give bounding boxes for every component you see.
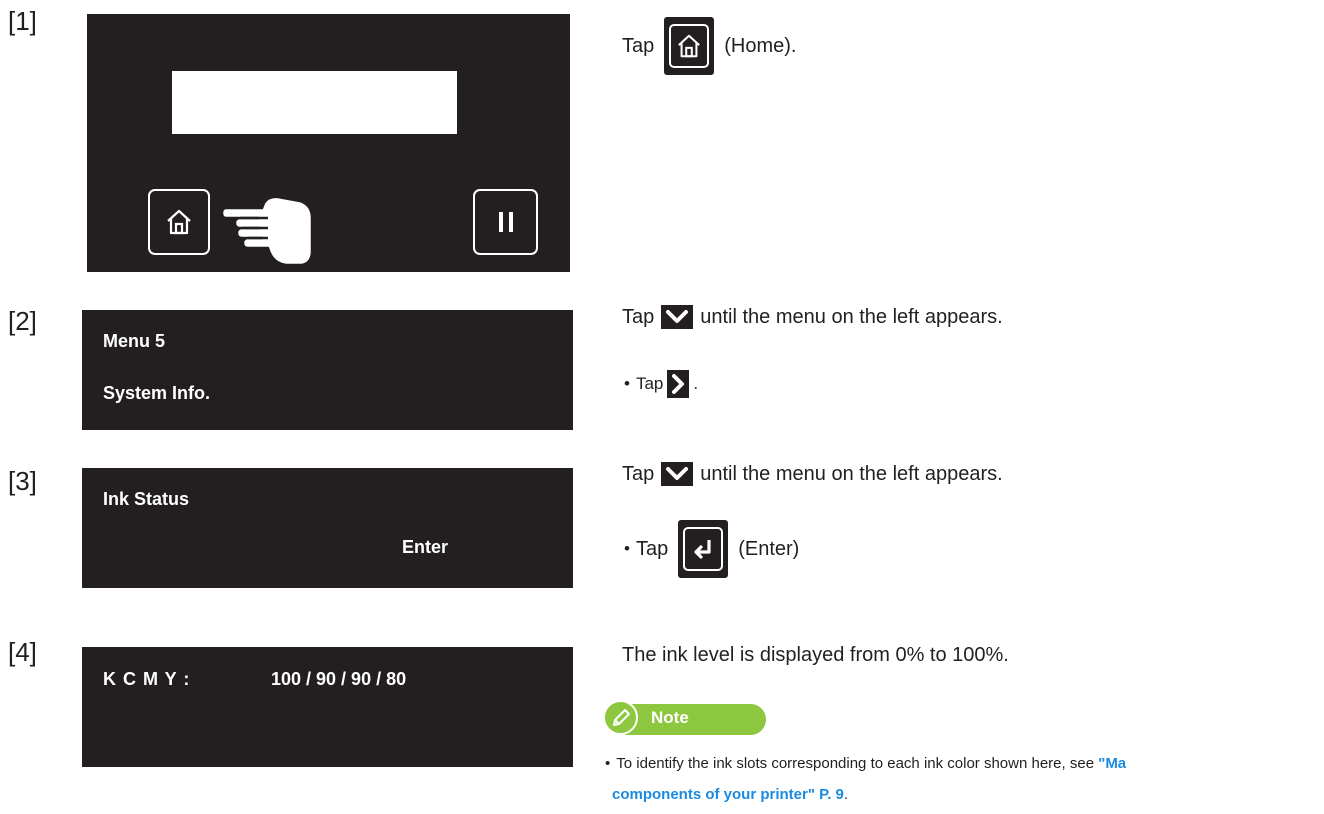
instruction-text: Tap (Home). — [622, 10, 796, 82]
step-number: [1] — [8, 6, 37, 36]
enter-icon — [694, 540, 711, 559]
lcd-display: Ink Status Enter — [82, 468, 573, 588]
down-key[interactable] — [661, 462, 694, 486]
home-button[interactable] — [148, 189, 210, 255]
home-key[interactable] — [664, 17, 715, 75]
note-text: • To identify the ink slots corresponding… — [605, 755, 1127, 772]
control-panel — [87, 14, 570, 272]
down-key[interactable] — [661, 305, 694, 329]
note-text-continued: components of your printer" P. 9. — [612, 786, 849, 803]
reference-link[interactable]: "Ma — [1098, 755, 1126, 772]
home-icon — [678, 34, 701, 58]
lcd-screen — [172, 71, 457, 134]
sub-instruction: • Tap (Enter) — [624, 517, 799, 581]
lcd-display: Menu 5 System Info. — [82, 310, 573, 430]
lcd-line-1: Menu 5 — [103, 331, 166, 351]
step-number: [4] — [8, 637, 37, 667]
step-number: [2] — [8, 306, 37, 336]
enter-key[interactable] — [678, 520, 729, 578]
ink-levels: 100 / 90 / 90 / 80 — [271, 669, 407, 689]
chevron-down-icon — [666, 310, 689, 323]
instruction-text: The ink level is displayed from 0% to 10… — [622, 643, 1009, 666]
right-key[interactable] — [667, 370, 690, 398]
lcd-line-1: Ink Status — [103, 489, 190, 509]
lcd-line-2: Enter — [402, 537, 449, 557]
note-badge: Note — [603, 700, 766, 735]
pause-button[interactable] — [473, 189, 538, 255]
reference-link-continued[interactable]: components of your printer" P. 9 — [612, 786, 844, 803]
instruction-text: Tap until the menu on the left appears. — [622, 305, 1003, 329]
note-title: Note — [651, 708, 689, 727]
lcd-display: K C M Y : 100 / 90 / 90 / 80 — [82, 647, 573, 767]
lcd-label: K C M Y : — [103, 669, 191, 689]
home-icon — [167, 209, 191, 235]
pause-icon — [498, 212, 513, 232]
chevron-right-icon — [672, 374, 685, 394]
lcd-line-2: System Info. — [103, 383, 211, 403]
pencil-icon — [612, 708, 630, 726]
step-number: [3] — [8, 466, 37, 496]
sub-instruction: • Tap . — [624, 369, 698, 399]
chevron-down-icon — [666, 467, 689, 480]
instruction-text: Tap until the menu on the left appears. — [622, 462, 1003, 486]
pointing-hand-icon — [220, 195, 314, 267]
